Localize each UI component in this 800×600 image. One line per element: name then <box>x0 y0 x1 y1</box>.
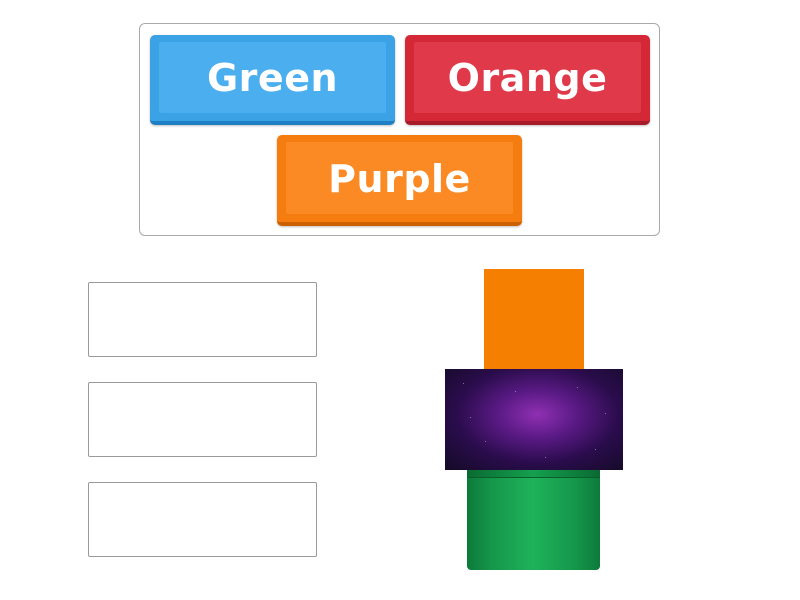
word-tile-green[interactable]: Green <box>150 35 395 125</box>
word-tile-purple[interactable]: Purple <box>277 135 522 226</box>
purple-galaxy-image <box>445 369 623 470</box>
answer-drop-box-2[interactable] <box>88 382 317 457</box>
orange-color-image <box>484 269 584 369</box>
answer-drop-box-1[interactable] <box>88 282 317 357</box>
word-tile-orange[interactable]: Orange <box>405 35 650 125</box>
word-tile-label: Green <box>206 56 339 100</box>
word-tile-label: Purple <box>328 156 471 201</box>
green-pipe-image <box>467 470 600 570</box>
pipe-rim <box>467 470 600 478</box>
answer-drop-box-3[interactable] <box>88 482 317 557</box>
word-tile-label: Orange <box>447 56 608 100</box>
